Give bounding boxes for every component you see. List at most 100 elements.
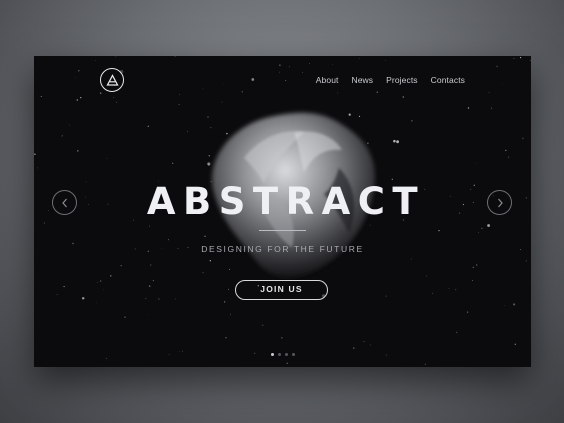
nav-item-about[interactable]: About <box>316 75 339 85</box>
star-particle <box>513 57 515 59</box>
star-particle <box>99 280 102 282</box>
star-particle <box>475 162 476 164</box>
star-particle <box>179 94 180 95</box>
star-particle <box>61 135 63 137</box>
star-particle <box>285 79 287 81</box>
star-particle <box>467 107 470 109</box>
hero-section: About News Projects Contacts ABSTRACT DE… <box>34 56 531 367</box>
star-particle <box>456 331 458 334</box>
star-particle <box>488 91 490 94</box>
star-particle <box>454 288 457 291</box>
star-particle <box>426 275 428 277</box>
star-particle <box>78 70 80 72</box>
star-particle <box>505 149 507 151</box>
star-particle <box>279 64 281 66</box>
pagination-dot[interactable] <box>278 353 281 356</box>
nav-item-projects[interactable]: Projects <box>386 75 418 85</box>
star-particle <box>150 264 152 266</box>
star-particle <box>522 137 524 139</box>
star-particle <box>152 280 154 282</box>
star-particle <box>529 60 531 61</box>
star-particle <box>110 275 112 277</box>
star-particle <box>385 59 386 61</box>
star-particle <box>124 316 126 318</box>
star-particle <box>100 92 102 94</box>
star-particle <box>472 280 474 281</box>
star-particle <box>286 362 288 364</box>
star-particle <box>289 66 291 68</box>
star-particle <box>77 150 79 152</box>
star-particle <box>148 285 151 287</box>
star-particle <box>332 64 333 66</box>
star-particle <box>37 167 38 169</box>
join-us-button[interactable]: JOIN US <box>235 280 328 300</box>
star-particle <box>476 264 478 266</box>
hero-title: ABSTRACT <box>146 180 426 223</box>
star-particle <box>514 343 516 345</box>
star-particle <box>227 288 230 290</box>
star-particle <box>223 301 226 303</box>
star-particle <box>376 91 378 93</box>
star-particle <box>513 303 516 306</box>
star-particle <box>105 357 108 360</box>
star-particle <box>241 91 243 93</box>
star-particle <box>472 266 475 269</box>
pagination-dot[interactable] <box>292 353 295 356</box>
next-slide-button[interactable] <box>487 190 512 215</box>
star-particle <box>385 295 387 297</box>
brand-logo[interactable] <box>100 68 124 92</box>
star-particle <box>385 354 387 356</box>
star-particle <box>74 76 76 78</box>
star-particle <box>145 298 147 299</box>
star-particle <box>337 92 339 94</box>
star-particle <box>478 232 479 234</box>
star-particle <box>168 239 170 241</box>
star-particle <box>68 124 70 126</box>
pagination-dot[interactable] <box>271 353 274 356</box>
main-nav: About News Projects Contacts <box>316 75 465 85</box>
star-particle <box>502 83 504 85</box>
star-particle <box>262 324 264 326</box>
star-particle <box>487 224 491 227</box>
star-particle <box>278 71 281 73</box>
star-particle <box>254 352 256 354</box>
hero-subtitle: DESIGNING FOR THE FUTURE <box>201 244 364 254</box>
triangle-a-logo-icon <box>105 73 119 86</box>
star-particle <box>466 311 469 313</box>
pagination-dot[interactable] <box>285 353 288 356</box>
star-particle <box>95 302 97 304</box>
star-particle <box>95 60 97 62</box>
star-particle <box>353 347 355 349</box>
star-particle <box>230 313 231 315</box>
chevron-left-icon <box>61 198 67 207</box>
star-particle <box>358 58 360 59</box>
star-particle <box>424 363 426 365</box>
star-particle <box>63 286 65 288</box>
star-particle <box>147 125 149 128</box>
star-particle <box>438 229 440 232</box>
star-particle <box>520 57 522 59</box>
star-particle <box>113 96 115 99</box>
star-particle <box>178 351 180 352</box>
nav-item-contacts[interactable]: Contacts <box>431 75 465 85</box>
star-particle <box>116 101 118 103</box>
prev-slide-button[interactable] <box>52 190 77 215</box>
star-particle <box>158 298 160 300</box>
star-particle <box>525 260 527 262</box>
nav-item-news[interactable]: News <box>351 75 373 85</box>
title-divider <box>259 230 306 231</box>
star-particle <box>115 56 117 57</box>
star-particle <box>496 65 498 68</box>
star-particle <box>251 78 255 81</box>
star-particle <box>222 83 224 85</box>
star-particle <box>168 354 170 356</box>
star-particle <box>302 72 303 73</box>
star-particle <box>147 313 149 315</box>
star-particle <box>309 63 311 64</box>
star-particle <box>56 294 58 295</box>
star-particle <box>40 95 42 97</box>
star-particle <box>410 258 412 260</box>
star-particle <box>182 350 183 352</box>
star-particle <box>363 341 365 343</box>
star-particle <box>225 337 227 339</box>
